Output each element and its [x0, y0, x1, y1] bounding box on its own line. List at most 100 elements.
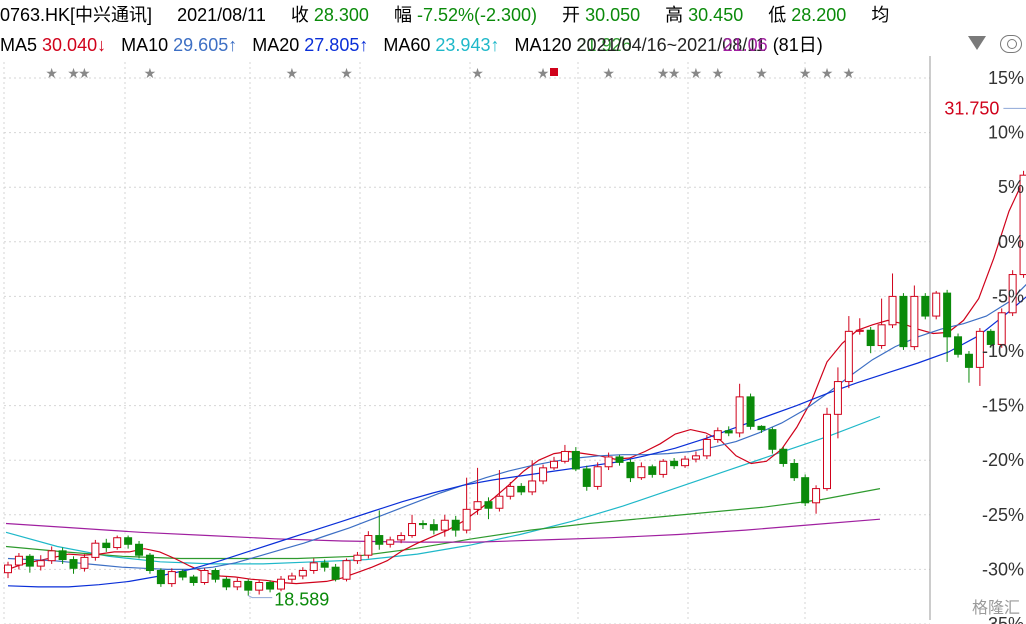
high-leader [1003, 107, 1026, 109]
candle-body [331, 566, 340, 580]
candle-body [888, 295, 897, 326]
candle-body [921, 295, 930, 317]
candle-down [954, 333, 963, 358]
candle-body [757, 425, 766, 431]
star-marker: ★ [45, 65, 58, 81]
candle-body [102, 542, 111, 549]
candle-body [855, 329, 864, 332]
candle-body [779, 448, 788, 464]
candle-body [244, 580, 253, 591]
candle-up [91, 539, 100, 561]
annotation-layer: 31.750 18.589 [248, 98, 1026, 610]
candle-up [36, 555, 45, 571]
star-marker: ★ [144, 65, 157, 81]
candle-up [408, 514, 417, 538]
high-annotation: 31.750 [944, 98, 999, 118]
candle-body [539, 467, 548, 482]
candle-body [833, 381, 842, 415]
candle-body [648, 466, 657, 475]
low-leader [248, 595, 273, 599]
candle-up [342, 558, 351, 582]
candle-body [69, 559, 78, 569]
candle-down [964, 351, 973, 383]
candle-body [418, 523, 427, 526]
candle-body [386, 539, 395, 545]
candle-body [397, 535, 406, 541]
candle-body [47, 550, 56, 562]
candle-down [899, 293, 908, 350]
candle-down [670, 458, 679, 469]
candle-body [823, 413, 831, 490]
y-tick-label: -30% [982, 559, 1024, 579]
candle-body [528, 480, 537, 493]
candle-up [888, 273, 897, 329]
candle-body [702, 438, 711, 457]
candle-up [833, 367, 842, 439]
candle-down [779, 447, 788, 467]
candle-body [659, 460, 668, 475]
flag-marker [550, 68, 558, 76]
star-marker: ★ [78, 65, 91, 81]
star-marker: ★ [602, 65, 615, 81]
candle-body [14, 555, 23, 566]
candle-down [189, 574, 198, 586]
candle-up [659, 459, 668, 478]
candle-down [724, 426, 733, 437]
candle-body [877, 324, 886, 347]
candle-body [364, 535, 373, 556]
candle-body [713, 430, 722, 440]
candle-body [910, 295, 919, 348]
candle-body [844, 330, 853, 383]
candle-body [91, 542, 100, 558]
candle-down [615, 454, 624, 466]
y-tick-label: 0% [998, 232, 1024, 252]
candle-down [418, 520, 427, 529]
candle-body [812, 488, 821, 504]
candle-up [364, 531, 373, 559]
candle-body [36, 560, 45, 567]
candle-body [681, 458, 690, 467]
candle-body [506, 485, 515, 497]
candle-down [582, 465, 591, 491]
candle-down [145, 553, 154, 574]
candle-down [801, 474, 810, 507]
y-tick-label: -10% [982, 341, 1024, 361]
candle-up [844, 316, 853, 389]
candle-up [691, 451, 700, 463]
candle-body [353, 554, 362, 562]
candle-body [790, 462, 799, 479]
candle-up [910, 285, 919, 350]
star-marker: ★ [340, 65, 353, 81]
candle-body [615, 456, 624, 463]
candle-body [768, 429, 777, 450]
candle-up [877, 298, 886, 349]
candle-body [156, 569, 165, 585]
candle-up [386, 536, 395, 548]
y-tick-label: -20% [982, 450, 1024, 470]
candle-body [484, 501, 493, 509]
grid-layer [3, 56, 931, 624]
candle-body [211, 569, 220, 580]
candle-body [604, 456, 613, 468]
ma20-line [7, 296, 1026, 588]
candle-up [167, 568, 176, 587]
candle-body [560, 450, 569, 462]
candle-body [233, 580, 242, 588]
candle-down [648, 464, 657, 478]
candle-down [626, 459, 635, 483]
candle-body [997, 312, 1006, 345]
candle-down [375, 510, 384, 550]
candle-body [266, 582, 275, 590]
star-marker: ★ [843, 65, 856, 81]
candle-down [102, 538, 111, 552]
candle-down [135, 541, 144, 559]
candle-body [943, 292, 952, 338]
candle-up [550, 456, 558, 471]
candle-up [113, 535, 122, 550]
y-axis-layer: 15%10%5%0%-5%-10%-15%-20%-25%-30%-35% [982, 68, 1024, 624]
candle-body [113, 537, 122, 549]
star-marker: ★ [668, 65, 681, 81]
candle-down [571, 447, 580, 472]
star-marker: ★ [537, 65, 550, 81]
candle-down [768, 427, 777, 454]
